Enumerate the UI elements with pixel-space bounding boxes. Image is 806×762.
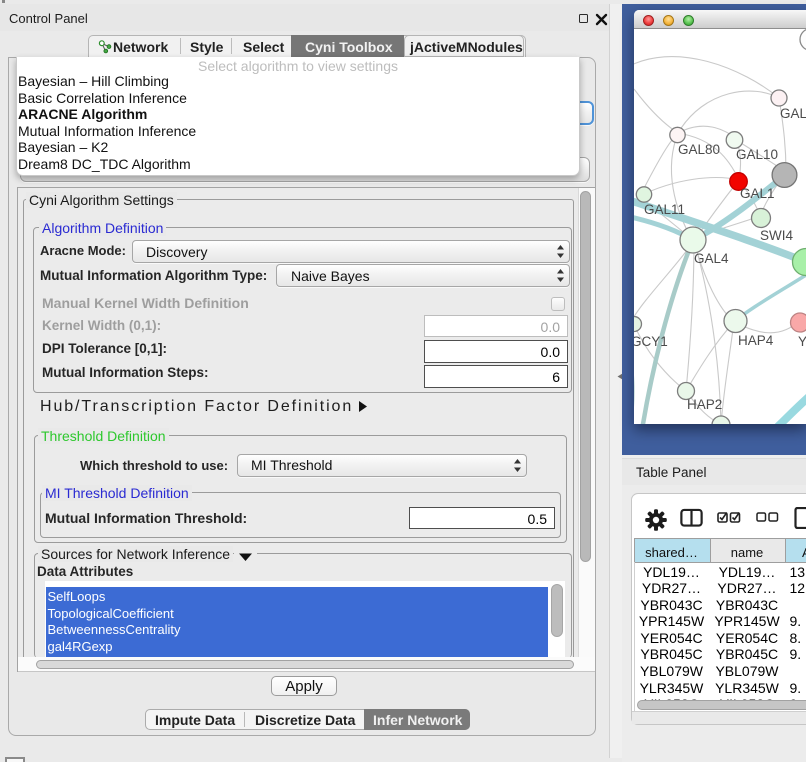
svg-text:HAP4: HAP4 xyxy=(738,333,774,348)
svg-text:GAL7: GAL7 xyxy=(780,106,806,121)
svg-text:GAL1: GAL1 xyxy=(740,186,775,201)
svg-text:SWI4: SWI4 xyxy=(760,228,793,243)
svg-text:GAL4: GAL4 xyxy=(694,251,729,266)
svg-text:HAP2: HAP2 xyxy=(687,397,722,412)
svg-text:GAL80: GAL80 xyxy=(678,142,720,157)
svg-text:GAL10: GAL10 xyxy=(736,147,778,162)
svg-text:GCY1: GCY1 xyxy=(634,334,668,349)
svg-text:GAL11: GAL11 xyxy=(644,202,685,217)
svg-text:YJ: YJ xyxy=(798,334,806,349)
